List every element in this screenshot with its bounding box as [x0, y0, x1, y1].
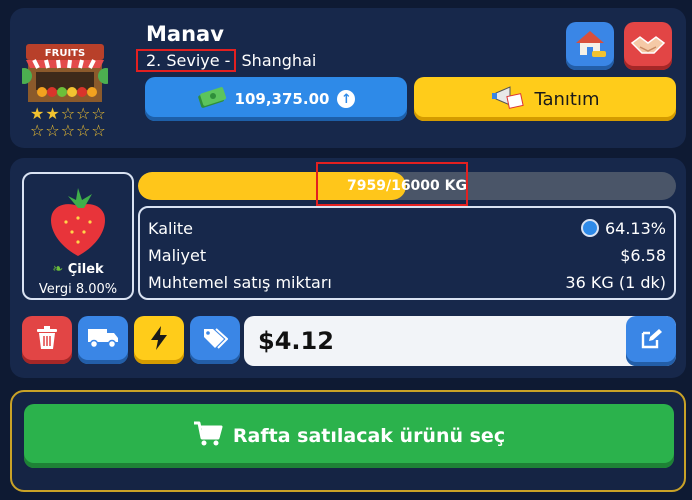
edit-price-button[interactable] — [626, 316, 676, 366]
shop-level: 2. Seviye - — [136, 49, 237, 72]
select-product-label: Rafta satılacak ürünü seç — [232, 425, 506, 447]
shop-sign-text: FRUITS — [45, 48, 85, 59]
promotion-label: Tanıtım — [534, 88, 600, 110]
delete-button[interactable] — [22, 316, 72, 364]
stats-box: Kalite 64.13% Maliyet $6.58 Muhtemel sat… — [138, 206, 676, 300]
rating-stars-row-1: ★★☆☆☆ — [30, 104, 107, 123]
product-tax: Vergi 8.00% — [38, 282, 118, 297]
lightning-icon — [150, 326, 168, 354]
money-button[interactable]: 109,375.00 ↑ — [145, 77, 407, 121]
sales-value: 36 KG (1 dk) — [565, 272, 666, 292]
handshake-button[interactable] — [624, 22, 672, 70]
arrow-up-icon: ↑ — [337, 90, 356, 108]
quality-indicator-icon — [580, 219, 599, 237]
shop-name: Manav — [146, 22, 224, 46]
product-name-line: ❧ Çilek — [24, 262, 132, 277]
shopping-cart-icon — [193, 421, 223, 452]
money-amount: 109,375.00 — [234, 90, 330, 108]
cost-label: Maliyet — [148, 245, 207, 265]
promotion-button[interactable]: Tanıtım — [414, 77, 676, 121]
truck-icon — [87, 327, 119, 353]
megaphone-icon — [490, 83, 525, 116]
sell-price-field[interactable]: $4.12 — [244, 316, 676, 366]
quality-value: 64.13% — [604, 218, 666, 238]
house-car-icon — [572, 27, 608, 65]
rating-stars-row-2: ☆☆☆☆☆ — [30, 121, 107, 140]
fruit-shop-icon: FRUITS — [16, 38, 114, 104]
stock-highlight-box — [316, 162, 468, 206]
select-product-button[interactable]: Rafta satılacak ürünü seç — [24, 404, 674, 468]
handshake-icon — [630, 29, 666, 63]
sell-price-value: $4.12 — [258, 327, 334, 355]
action-panel: Rafta satılacak ürünü seç — [10, 390, 686, 492]
strawberry-icon — [42, 186, 114, 262]
delivery-button[interactable] — [78, 316, 128, 364]
house-button[interactable] — [566, 22, 614, 70]
quality-label: Kalite — [148, 218, 194, 238]
edit-icon — [639, 327, 663, 355]
tags-icon — [202, 327, 229, 353]
cost-value: $6.58 — [620, 245, 666, 265]
leaf-icon: ❧ — [52, 262, 64, 277]
cost-row: Maliyet $6.58 — [148, 243, 666, 267]
shop-level-line: 2. Seviye - Shanghai — [136, 49, 317, 72]
boost-button[interactable] — [134, 316, 184, 364]
sales-label: Muhtemel satış miktarı — [148, 272, 332, 292]
quality-row: Kalite 64.13% — [148, 216, 666, 240]
product-name: Çilek — [67, 262, 104, 277]
cash-icon — [197, 86, 227, 112]
shop-header-panel: FRUITS ★★☆☆☆ ☆☆☆☆☆ Manav 2. Seviye - Sha… — [10, 8, 686, 148]
shop-city: Shanghai — [236, 51, 317, 70]
sales-row: Muhtemel satış miktarı 36 KG (1 dk) — [148, 270, 666, 294]
price-tag-button[interactable] — [190, 316, 240, 364]
trash-icon — [36, 326, 58, 354]
product-card[interactable]: ❧ Çilek Vergi 8.00% — [22, 172, 134, 300]
